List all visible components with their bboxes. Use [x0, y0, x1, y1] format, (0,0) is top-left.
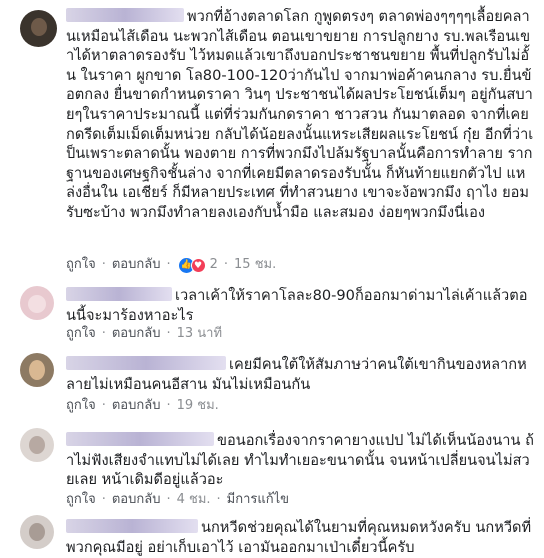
avatar[interactable] — [20, 286, 54, 320]
timestamp[interactable]: 4 ชม. — [177, 492, 211, 507]
commenter-name[interactable] — [66, 356, 226, 370]
comment-actions: ถูกใจ · ตอบกลับ · 👍 ♥ 2 · 15 ชม. — [66, 257, 277, 273]
timestamp[interactable]: 15 ชม. — [234, 257, 276, 272]
commenter-name[interactable] — [66, 287, 172, 301]
comment-actions: ถูกใจ · ตอบกลับ · 13 นาที — [66, 326, 223, 341]
avatar[interactable] — [20, 515, 54, 549]
comment-actions: ถูกใจ · ตอบกลับ · 4 ชม. · มีการแก้ไข — [66, 492, 290, 507]
comment-text: พวกที่อ้างตลาดโลก กูพูดตรงๆ ตลาดพ่องๆๆๆๆ… — [66, 8, 534, 221]
reply-link[interactable]: ตอบกลับ — [112, 492, 161, 507]
commenter-name[interactable] — [66, 8, 184, 22]
timestamp[interactable]: 13 นาที — [177, 326, 222, 341]
reply-link[interactable]: ตอบกลับ — [112, 326, 161, 341]
avatar[interactable] — [20, 353, 54, 387]
commenter-name[interactable] — [66, 432, 214, 446]
like-link[interactable]: ถูกใจ — [66, 398, 96, 413]
edited-label[interactable]: มีการแก้ไข — [227, 492, 289, 507]
comment-actions: ถูกใจ · ตอบกลับ · 19 ชม. — [66, 398, 219, 413]
commenter-name[interactable] — [66, 519, 198, 533]
avatar[interactable] — [20, 428, 54, 462]
like-link[interactable]: ถูกใจ — [66, 326, 96, 341]
reactions-count[interactable]: 👍 ♥ 2 — [178, 257, 218, 273]
reply-link[interactable]: ตอบกลับ — [112, 398, 161, 413]
comment-text: เคยมีคนใต้ให้สัมภาษว่าคนใต้เขากินของหลาก… — [66, 356, 527, 393]
heart-icon: ♥ — [190, 257, 206, 273]
like-link[interactable]: ถูกใจ — [66, 257, 96, 272]
timestamp[interactable]: 19 ชม. — [177, 398, 219, 413]
like-link[interactable]: ถูกใจ — [66, 492, 96, 507]
reply-link[interactable]: ตอบกลับ — [112, 257, 161, 272]
comment-text: ขอนอกเรื่องจากราคายางแปป ไม่ได้เห็นน้องน… — [66, 432, 534, 489]
comment-text: เวลาเค้าให้ราคาโลละ80-90ก็ออกมาด่ามาไล่เ… — [66, 287, 528, 324]
avatar[interactable] — [20, 10, 57, 47]
comment-text: นกหวีดช่วยคุณได้ในยามที่คุณหมดหวังครับ น… — [66, 519, 532, 556]
